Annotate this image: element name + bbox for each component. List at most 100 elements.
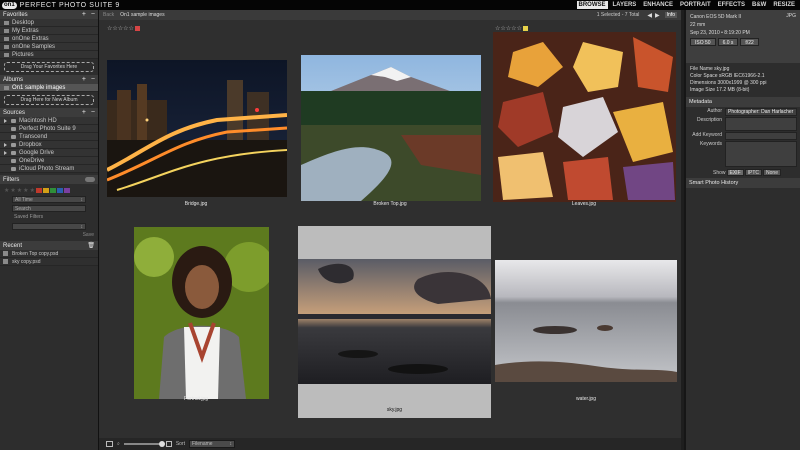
color-filter-purple[interactable] [63,187,70,193]
trash-icon[interactable]: 🗑 [87,242,95,249]
exposure-values: ISO 50 6.0 s f/22 [690,38,796,46]
star-icon[interactable]: ★ [30,187,35,194]
source-item[interactable]: Dropbox [0,141,98,149]
thumbnail-size-slider[interactable] [123,441,165,447]
date-filter-value: All Time [15,196,33,203]
favorite-item[interactable]: Desktop [0,19,98,27]
saved-filters-select[interactable]: ↕ [12,223,86,230]
thumbnail-filename: Bridge.jpg [184,201,208,207]
source-item[interactable]: Perfect Photo Suite 9 [0,125,98,133]
shutter-value: 6.0 s [717,38,739,46]
keywords-row: Keywords [689,141,797,167]
large-thumbnail-icon[interactable] [165,441,172,447]
date-filter-select[interactable]: All Time ↕ [12,196,86,203]
disclosure-icon[interactable] [4,118,7,123]
slider-knob[interactable] [158,441,165,447]
info-tab[interactable]: Info [664,12,677,18]
photo-bridge [107,60,287,197]
color-filter-green[interactable] [49,187,56,193]
recent-item[interactable]: Broken Top copy.psd [0,250,98,258]
disclosure-icon[interactable] [4,150,7,155]
star-icon[interactable]: ★ [10,187,15,194]
recent-header[interactable]: Recent 🗑 [0,241,98,250]
folder-icon [4,36,9,41]
color-filter-red[interactable] [35,187,42,193]
thumbnail-cell[interactable]: ☆☆☆☆☆ Leaves.jpg [487,20,681,212]
color-label[interactable] [134,26,140,31]
next-arrow-icon[interactable]: ▶ [655,12,660,19]
rating-stars[interactable]: ☆☆☆☆☆ [495,25,528,32]
favorites-header[interactable]: Favorites + − [0,10,98,19]
description-field[interactable] [725,117,797,131]
remove-icon[interactable]: − [91,76,95,83]
color-filter-blue[interactable] [56,187,63,193]
tab-portrait[interactable]: PORTRAIT [678,1,713,9]
favorites-dropzone[interactable]: Drag Your Favorites Here [4,62,94,72]
color-label[interactable] [522,26,528,31]
albums-dropzone[interactable]: Drag Here for New Album [4,95,94,105]
recent-item[interactable]: sky copy.psd [0,258,98,266]
rating-stars[interactable]: ☆☆☆☆☆ [107,25,140,32]
albums-header[interactable]: Albums + − [0,75,98,84]
photo-leaves [493,32,676,202]
favorites-title: Favorites [3,11,28,18]
save-filter-button[interactable]: Save [0,232,94,238]
search-placeholder: Search [15,205,31,212]
description-row: Description [689,117,797,131]
add-icon[interactable]: + [82,11,86,18]
tab-layers[interactable]: LAYERS [611,1,639,9]
remove-icon[interactable]: − [91,11,95,18]
add-icon[interactable]: + [82,109,86,116]
source-item[interactable]: Transcend [0,133,98,141]
add-keyword-field[interactable] [725,132,797,140]
remove-icon[interactable]: − [91,109,95,116]
thumbnail-cell[interactable]: Broken Top.jpg [293,20,487,212]
show-none-button[interactable]: None [763,169,781,176]
show-label: Show [713,169,726,176]
source-item[interactable]: iCloud Photo Stream [0,165,98,173]
thumbnail-cell[interactable]: Portrait.jpg [99,212,293,407]
favorite-item[interactable]: onOne Extras [0,35,98,43]
favorite-item[interactable]: Pictures [0,51,98,59]
sort-label: Sort [175,441,185,447]
tab-browse[interactable]: BROWSE [576,1,608,9]
filters-header[interactable]: Filters [0,175,98,184]
filters-toggle[interactable] [85,177,95,182]
thumbnail-grid: ☆☆☆☆☆ Bridge.jpg Broken Top.jpg ☆☆☆☆☆ Le… [99,20,681,448]
favorite-item[interactable]: My Extras [0,27,98,35]
star-icon[interactable]: ★ [4,187,9,194]
favorite-item[interactable]: onOne Samples [0,43,98,51]
source-item[interactable]: OneDrive [0,157,98,165]
smart-photo-history-header[interactable]: Smart Photo History [686,178,800,188]
star-icon[interactable]: ★ [17,187,22,194]
star-icon[interactable]: ★ [23,187,28,194]
source-item[interactable]: Google Drive [0,149,98,157]
thumbnail-cell[interactable]: water.jpg [491,212,681,407]
sources-header[interactable]: Sources + − [0,108,98,117]
zoom-out-icon[interactable]: ⌕ [117,441,120,447]
show-exif-button[interactable]: EXIF [726,169,744,176]
back-button[interactable]: Back [103,12,114,18]
google-drive-icon [11,150,16,155]
thumbnail-cell-selected[interactable]: sky.jpg [298,226,491,418]
source-item[interactable]: Macintosh HD [0,117,98,125]
search-input[interactable]: Search [12,205,86,212]
color-filter-yellow[interactable] [42,187,49,193]
album-item[interactable]: On1 sample images [0,84,98,92]
sort-select[interactable]: Filename ↕ [188,440,235,448]
dimensions: Dimensions 3000x1999 @ 300 ppi [690,80,767,86]
metadata-show-row: Show EXIF IPTC None [713,169,800,176]
tab-bw[interactable]: B&W [750,1,768,9]
grid-view-icon[interactable] [106,441,113,447]
disclosure-icon[interactable] [4,142,7,147]
keywords-field[interactable] [725,141,797,167]
metadata-header[interactable]: Metadata [686,97,800,107]
tab-enhance[interactable]: ENHANCE [641,1,675,9]
tab-effects[interactable]: EFFECTS [716,1,747,9]
add-icon[interactable]: + [82,76,86,83]
prev-arrow-icon[interactable]: ◀ [647,12,652,19]
tab-resize[interactable]: RESIZE [771,1,797,9]
show-iptc-button[interactable]: IPTC [744,169,763,176]
author-field[interactable]: Photographer: Dan Harlacher [725,108,797,116]
thumbnail-cell[interactable]: ☆☆☆☆☆ Bridge.jpg [99,20,293,212]
